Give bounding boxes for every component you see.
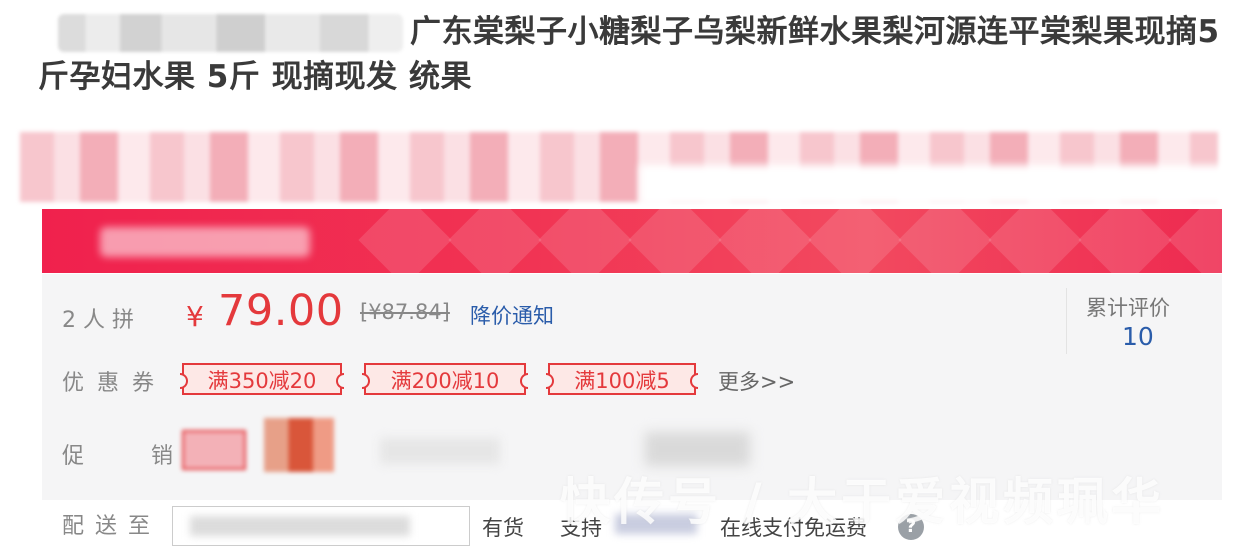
- coupon-button[interactable]: 满100减5: [546, 363, 698, 395]
- product-title: 广东棠梨子小糖梨子乌梨新鲜水果梨河源连平棠梨果现摘5斤孕妇水果 5斤 现摘现发 …: [38, 14, 1220, 95]
- more-coupons-link[interactable]: 更多>>: [718, 366, 795, 396]
- banner-decoration: [988, 209, 1082, 273]
- coupon-button[interactable]: 满200减10: [362, 363, 528, 395]
- divider: [1066, 288, 1067, 354]
- banner-decoration: [718, 209, 812, 273]
- banner-text-redacted: [100, 227, 310, 257]
- currency-symbol: ¥: [186, 300, 204, 333]
- price-drop-notify-link[interactable]: 降价通知: [470, 300, 554, 330]
- delivery-label: 配送至: [62, 514, 162, 539]
- banner-decoration: [808, 209, 902, 273]
- banner-decoration: [1168, 209, 1222, 273]
- promotion-text-redacted: [645, 432, 750, 466]
- stock-status: 有货: [482, 516, 524, 540]
- watermark: 快传号 / 大于爱视频珮华: [560, 473, 1166, 531]
- group-buy-label: 2 人 拼: [62, 308, 134, 333]
- promotion-text-redacted: [380, 438, 500, 464]
- promo-banner: [42, 209, 1222, 273]
- original-price: [¥87.84]: [360, 300, 450, 324]
- banner-decoration: [358, 209, 452, 273]
- banner-decoration: [898, 209, 992, 273]
- banner-decoration: [1078, 209, 1172, 273]
- address-redacted: [190, 516, 410, 536]
- redacted-promo-strip-fade: [640, 165, 1240, 205]
- banner-decoration: [628, 209, 722, 273]
- product-price: 79.00: [218, 286, 344, 336]
- promotion-image-redacted: [264, 418, 334, 472]
- banner-decoration: [538, 209, 632, 273]
- coupon-button[interactable]: 满350减20: [180, 363, 344, 395]
- banner-decoration: [448, 209, 542, 273]
- reviews-label: 累计评价: [1086, 296, 1170, 320]
- promotion-tag-redacted: [182, 430, 246, 470]
- coupons-label: 优惠券: [62, 371, 168, 396]
- reviews-count-link[interactable]: 10: [1122, 322, 1154, 351]
